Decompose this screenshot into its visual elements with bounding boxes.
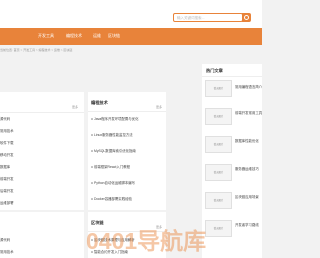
thumbnail-image[interactable]: 暂无图片 (205, 136, 232, 153)
list-item[interactable]: Python自动化运维脚本编写 (94, 180, 164, 185)
nav-item-blockchain[interactable]: 区块链 (108, 33, 120, 39)
list-item[interactable]: 常用技术 (0, 128, 76, 133)
list-item[interactable]: Docker容器部署实践经验 (94, 196, 164, 201)
main-nav: 开发工具 编程技术 运维 区块链 (0, 28, 262, 45)
list-item[interactable]: 源代码 (0, 116, 76, 121)
more-link[interactable]: 更多 (72, 105, 78, 109)
list-item[interactable]: 前端框架React入门教程 (94, 164, 164, 169)
list-item[interactable]: 后端开发 (0, 188, 76, 193)
list-item[interactable]: 软件下载 (0, 140, 76, 145)
breadcrumb: 当前位置: 首页 > 开发工具 > 编程技术 > 运维 > 区块链 (0, 48, 73, 52)
left-panel-lower: 源代码 常用技术 (0, 212, 84, 258)
panel-title: 编程技术 (91, 100, 108, 105)
list-item[interactable]: 移动开发 (0, 152, 76, 157)
list-item[interactable]: Java程序开发环境配置与优化 (94, 116, 164, 121)
thumbnail-image[interactable]: 暂无图片 (205, 164, 232, 181)
more-link[interactable]: 更多 (156, 105, 162, 109)
list-item[interactable]: 运维部署 (0, 200, 76, 205)
search-button[interactable] (242, 13, 251, 22)
list-item[interactable]: 常用编程语言简介 (235, 84, 262, 89)
panel-title: 热门文章 (206, 68, 223, 73)
list-item[interactable]: MySQL数据库索引优化指南 (94, 148, 164, 153)
list-item[interactable]: 常用技术 (0, 249, 80, 254)
list-item[interactable]: 区块链应用场景 (235, 194, 262, 199)
nav-item-ops[interactable]: 运维 (93, 33, 101, 39)
list-item[interactable]: 前端开发 (0, 176, 76, 181)
list-item[interactable]: Linux服务器性能监控方法 (94, 132, 164, 137)
nav-item-programming[interactable]: 编程技术 (66, 33, 82, 39)
thumbnail-image[interactable]: 暂无图片 (205, 108, 232, 125)
thumbnail-image[interactable]: 暂无图片 (205, 192, 232, 209)
watermark: 0401导航库 (86, 228, 207, 254)
thumbnail-image[interactable]: 暂无图片 (205, 80, 232, 97)
left-panel: 更多 源代码 常用技术 软件下载 移动开发 数据库 前端开发 后端开发 运维部署 (0, 92, 84, 210)
list-item[interactable]: 源代码 (0, 237, 80, 242)
search-placeholder: 输入关键词搜索... (177, 16, 205, 20)
hot-panel: 热门文章 暂无图片 常用编程语言简介 暂无图片 前端开发常用工具 暂无图片 数据… (202, 64, 262, 258)
search-input[interactable]: 输入关键词搜索... (173, 13, 251, 22)
list-item[interactable]: 前端开发常用工具 (235, 110, 262, 115)
thumbnail-image[interactable]: 暂无图片 (205, 220, 232, 237)
nav-item-dev-tools[interactable]: 开发工具 (38, 33, 54, 39)
list-item[interactable]: 数据库性能优化 (235, 138, 262, 143)
tech-panel: 编程技术 更多 Java程序开发环境配置与优化 Linux服务器性能监控方法 M… (88, 92, 166, 210)
list-item[interactable]: 数据库 (0, 164, 76, 169)
list-item[interactable]: 开发者学习路线 (235, 222, 262, 227)
top-header: 输入关键词搜索... (0, 0, 262, 28)
list-item[interactable]: 服务器运维技巧 (235, 166, 262, 171)
